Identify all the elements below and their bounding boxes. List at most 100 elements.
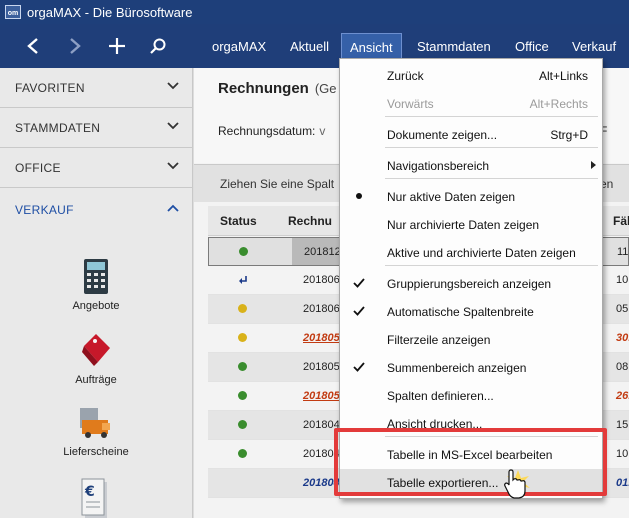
menu-ansicht[interactable]: Ansicht bbox=[341, 33, 402, 61]
menu-item-label: Filterzeile anzeigen bbox=[387, 333, 491, 347]
filter-value[interactable]: v bbox=[319, 124, 325, 138]
sidebar-tile-lieferscheine[interactable]: Lieferscheine bbox=[46, 404, 146, 458]
menu-orgamax[interactable]: orgaMAX bbox=[204, 24, 274, 68]
sidebar-tile-label: Lieferscheine bbox=[63, 446, 129, 458]
due-date: 08.06 bbox=[616, 361, 629, 373]
due-date: 30.06 bbox=[616, 332, 629, 344]
submenu-arrow-icon bbox=[591, 161, 596, 169]
checkmark-icon bbox=[353, 278, 365, 288]
column-header-due[interactable]: Fällig bbox=[613, 214, 629, 228]
return-arrow-icon bbox=[239, 276, 247, 284]
window-title: orgaMAX - Die Bürosoftware bbox=[27, 4, 193, 20]
menu-item-shortcut: Alt+Rechts bbox=[529, 97, 588, 111]
status-dot-green bbox=[238, 449, 247, 458]
menu-aktuell[interactable]: Aktuell bbox=[282, 24, 337, 68]
menu-item-label: Vorwärts bbox=[387, 97, 434, 111]
menu-item-summenbereich-anzeigen[interactable]: Summenbereich anzeigen bbox=[340, 354, 602, 380]
column-header-number[interactable]: Rechnu bbox=[288, 214, 332, 228]
sidebar-section-office[interactable]: OFFICE bbox=[0, 148, 193, 188]
sidebar: FAVORITEN STAMMDATEN OFFICE VERKAUF Ange… bbox=[0, 68, 193, 518]
hand-cursor-icon bbox=[504, 469, 530, 499]
back-icon[interactable] bbox=[18, 32, 48, 60]
highlight-annotation bbox=[334, 428, 607, 496]
app-logo-icon: om bbox=[5, 5, 21, 19]
page-title: Rechnungen (Ge bbox=[218, 80, 337, 97]
menu-item-dokumente-zeigen[interactable]: Dokumente zeigen... Strg+D bbox=[340, 121, 602, 147]
menu-item-automatische-spaltenbreite[interactable]: Automatische Spaltenbreite bbox=[340, 298, 602, 324]
menu-item-shortcut: Alt+Links bbox=[538, 69, 588, 83]
sidebar-tile-rechnungen[interactable]: € bbox=[46, 478, 146, 518]
menu-item-label: Summenbereich anzeigen bbox=[387, 361, 527, 375]
menu-separator bbox=[385, 178, 598, 179]
due-date: 10.07 bbox=[616, 274, 629, 286]
due-date: 26.05 bbox=[616, 390, 629, 402]
menu-item-vorwärts[interactable]: Vorwärts Alt+Rechts bbox=[340, 90, 602, 116]
menu-item-label: Spalten definieren... bbox=[387, 389, 494, 403]
radio-bullet-icon bbox=[356, 193, 362, 199]
page-title-text: Rechnungen bbox=[218, 80, 309, 97]
menu-item-label: Dokumente zeigen... bbox=[387, 128, 498, 142]
menu-item-gruppierungsbereich-anzeigen[interactable]: Gruppierungsbereich anzeigen bbox=[340, 270, 602, 296]
page-title-sub: (Ge bbox=[314, 81, 337, 96]
tag-icon bbox=[76, 332, 116, 370]
svg-text:€: € bbox=[84, 484, 95, 500]
status-dot-green bbox=[239, 247, 248, 256]
title-bar: om orgaMAX - Die Bürosoftware bbox=[0, 0, 629, 24]
forward-icon[interactable] bbox=[60, 32, 90, 60]
chevron-down-icon bbox=[167, 82, 179, 90]
due-date: 15.05 bbox=[616, 419, 629, 431]
menu-item-navigationsbereich[interactable]: Navigationsbereich bbox=[340, 152, 602, 178]
sidebar-section-favoriten[interactable]: FAVORITEN bbox=[0, 68, 193, 108]
sidebar-tile-label: Aufträge bbox=[75, 374, 117, 386]
grouping-hint: Ziehen Sie eine Spalt bbox=[220, 177, 335, 191]
sidebar-section-label: OFFICE bbox=[15, 160, 61, 175]
due-date: 11.07 bbox=[617, 246, 629, 258]
truck-icon bbox=[76, 404, 116, 442]
menu-item-label: Nur aktive Daten zeigen bbox=[387, 190, 516, 204]
menu-item-nur-archivierte-daten-zeigen[interactable]: Nur archivierte Daten zeigen bbox=[340, 211, 602, 237]
menu-separator bbox=[385, 147, 598, 148]
due-date: 05.07 bbox=[616, 303, 629, 315]
checkmark-icon bbox=[353, 306, 365, 316]
chevron-down-icon bbox=[167, 162, 179, 170]
menu-item-label: Navigationsbereich bbox=[387, 159, 490, 173]
status-dot-yellow bbox=[238, 304, 247, 313]
sidebar-section-stammdaten[interactable]: STAMMDATEN bbox=[0, 108, 193, 148]
sidebar-section-verkauf[interactable]: VERKAUF bbox=[0, 190, 193, 230]
menu-item-spalten-definieren[interactable]: Spalten definieren... bbox=[340, 382, 602, 408]
invoice-euro-icon: € bbox=[76, 478, 116, 518]
menu-item-zurück[interactable]: Zurück Alt+Links bbox=[340, 62, 602, 88]
menu-item-label: Aktive und archivierte Daten zeigen bbox=[387, 246, 576, 260]
menu-item-filterzeile-anzeigen[interactable]: Filterzeile anzeigen bbox=[340, 326, 602, 352]
add-icon[interactable] bbox=[102, 32, 132, 60]
menu-item-aktive-und-archivierte-daten-zeigen[interactable]: Aktive und archivierte Daten zeigen bbox=[340, 239, 602, 265]
menu-item-nur-aktive-daten-zeigen[interactable]: Nur aktive Daten zeigen bbox=[340, 183, 602, 209]
due-date: 01.05 bbox=[616, 477, 629, 489]
sidebar-section-label: VERKAUF bbox=[15, 203, 74, 217]
chevron-up-icon bbox=[167, 204, 179, 212]
sidebar-tile-label: Angebote bbox=[72, 300, 120, 312]
menu-item-shortcut: Strg+D bbox=[550, 128, 588, 142]
status-dot-yellow bbox=[238, 333, 247, 342]
checkmark-icon bbox=[353, 362, 365, 372]
chevron-down-icon bbox=[167, 122, 179, 130]
menu-item-label: Automatische Spaltenbreite bbox=[387, 305, 534, 319]
sidebar-section-label: FAVORITEN bbox=[15, 80, 85, 95]
status-dot-green bbox=[238, 362, 247, 371]
menu-item-label: Gruppierungsbereich anzeigen bbox=[387, 277, 552, 291]
calculator-icon bbox=[76, 258, 116, 296]
column-header-status[interactable]: Status bbox=[220, 214, 257, 228]
menu-item-label: Nur archivierte Daten zeigen bbox=[387, 218, 540, 232]
sidebar-tile-auftraege[interactable]: Aufträge bbox=[46, 332, 146, 386]
menu-separator bbox=[385, 265, 598, 266]
menu-separator bbox=[385, 116, 598, 117]
sidebar-section-label: STAMMDATEN bbox=[15, 120, 101, 135]
status-dot-green bbox=[238, 391, 247, 400]
due-date: 10.05 bbox=[616, 448, 629, 460]
status-dot-green bbox=[238, 420, 247, 429]
menu-item-label: Zurück bbox=[387, 69, 424, 83]
filter-row: Rechnungsdatum: v bbox=[218, 124, 325, 138]
search-icon[interactable] bbox=[143, 32, 173, 60]
sidebar-tile-angebote[interactable]: Angebote bbox=[46, 258, 146, 312]
filter-label: Rechnungsdatum: bbox=[218, 124, 316, 138]
